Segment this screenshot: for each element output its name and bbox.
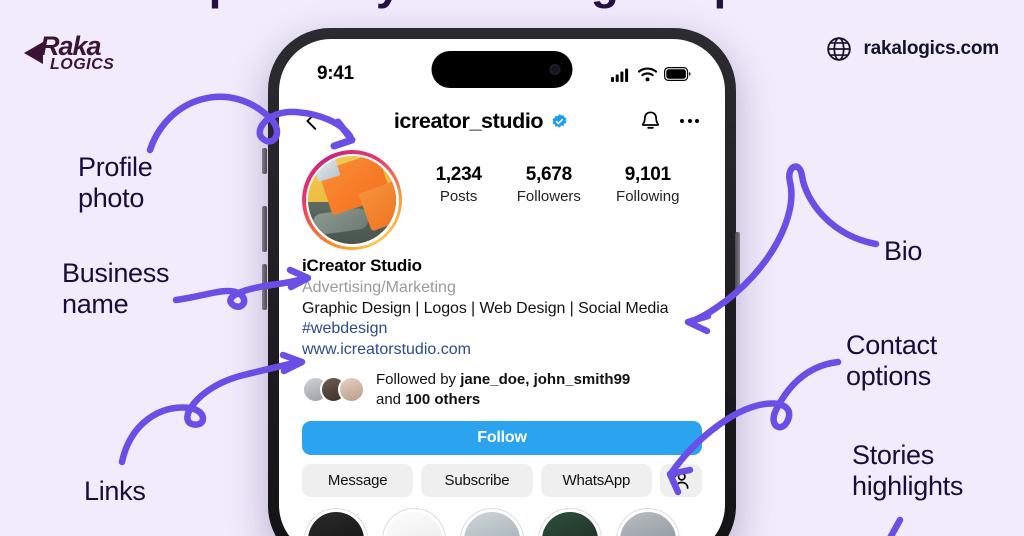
annotation-profile-photo: Profile photo [78, 152, 153, 213]
message-button[interactable]: Message [302, 464, 414, 497]
stat-following[interactable]: 9,101 Following [616, 164, 679, 205]
avatar [338, 376, 365, 403]
annotation-stories-highlights: Stories highlights [852, 440, 964, 501]
followed-by-text: Followed by jane_doe, john_smith99 and 1… [376, 370, 630, 409]
stat-value: 5,678 [525, 164, 572, 185]
action-buttons-row: Message Subscribe WhatsApp [279, 455, 725, 497]
logo-secondary-text: LOGICS [50, 55, 115, 73]
page-headline: Optimize your Instagram profile [0, 0, 1024, 10]
story-highlight-3[interactable] [460, 508, 524, 536]
bio-website-link[interactable]: www.icreatorstudio.com [302, 341, 699, 359]
whatsapp-button[interactable]: WhatsApp [540, 464, 652, 497]
follow-button[interactable]: Follow [302, 421, 702, 455]
story-highlights-row [279, 497, 725, 536]
website-url-text: rakalogics.com [863, 38, 999, 59]
add-person-icon [671, 472, 689, 489]
bell-icon[interactable] [639, 110, 662, 133]
battery-icon [664, 67, 691, 81]
add-person-button[interactable] [659, 464, 702, 497]
followed-by-middle: and [376, 390, 406, 408]
story-highlight-4[interactable] [538, 508, 602, 536]
phone-volume-down-button[interactable] [262, 264, 267, 310]
stat-posts[interactable]: 1,234 Posts [436, 164, 482, 205]
story-highlight-1[interactable] [304, 508, 368, 536]
stat-value: 1,234 [435, 164, 482, 185]
business-name: iCreator Studio [302, 256, 422, 275]
stat-label: Posts [439, 188, 478, 205]
followed-by-prefix: Followed by [376, 371, 461, 388]
front-camera-icon [549, 64, 561, 75]
phone-silent-switch[interactable] [262, 148, 267, 174]
business-category: Advertising/Marketing [302, 279, 456, 296]
profile-handle: icreator_studio [393, 108, 544, 133]
annotation-bio: Bio [884, 236, 923, 266]
annotation-contact-options: Contact options [846, 330, 937, 391]
followed-by-avatars [302, 376, 365, 403]
verified-badge-icon [552, 113, 567, 128]
profile-bio: iCreator Studio Advertising/Marketing Gr… [279, 250, 725, 359]
profile-summary-row: 1,234 Posts 5,678 Followers 9,101 Follow… [279, 141, 725, 250]
story-highlight-2[interactable] [382, 508, 446, 536]
phone-power-button[interactable] [735, 232, 740, 294]
profile-stats: 1,234 Posts 5,678 Followers 9,101 Follow… [402, 150, 699, 205]
wifi-icon [638, 67, 657, 81]
more-options-icon[interactable] [680, 119, 699, 123]
status-bar-time: 9:41 [317, 63, 354, 84]
phone-volume-up-button[interactable] [262, 206, 267, 252]
annotation-links: Links [84, 476, 146, 506]
globe-icon [827, 37, 852, 61]
cellular-signal-icon [611, 68, 629, 82]
bio-hashtag[interactable]: #webdesign [302, 320, 699, 338]
profile-photo[interactable] [302, 150, 402, 250]
stat-label: Followers [516, 188, 581, 205]
annotation-business-name: Business name [62, 258, 170, 319]
followed-by-row[interactable]: Followed by jane_doe, john_smith99 and 1… [279, 359, 725, 409]
story-highlight-5[interactable] [616, 508, 680, 536]
app-header: icreator_studio [279, 95, 725, 141]
brand-logo: Raka LOGICS [24, 33, 115, 73]
subscribe-button[interactable]: Subscribe [421, 464, 533, 497]
followed-by-count: 100 others [405, 390, 481, 408]
stat-label: Following [616, 188, 680, 205]
stat-value: 9,101 [624, 164, 671, 185]
back-chevron-icon[interactable] [301, 110, 323, 132]
bio-description: Graphic Design | Logos | Web Design | So… [302, 300, 669, 317]
stat-followers[interactable]: 5,678 Followers [517, 164, 581, 205]
followed-by-names: jane_doe, john_smith99 [460, 371, 631, 388]
status-bar: 9:41 [279, 39, 725, 95]
brand-website: rakalogics.com [826, 36, 999, 62]
dynamic-island [431, 51, 573, 88]
phone-screen: 9:41 icreator_studio 1,234 Posts 5,678 F… [279, 39, 725, 536]
phone-mockup: 9:41 icreator_studio 1,234 Posts 5,678 F… [268, 28, 736, 536]
